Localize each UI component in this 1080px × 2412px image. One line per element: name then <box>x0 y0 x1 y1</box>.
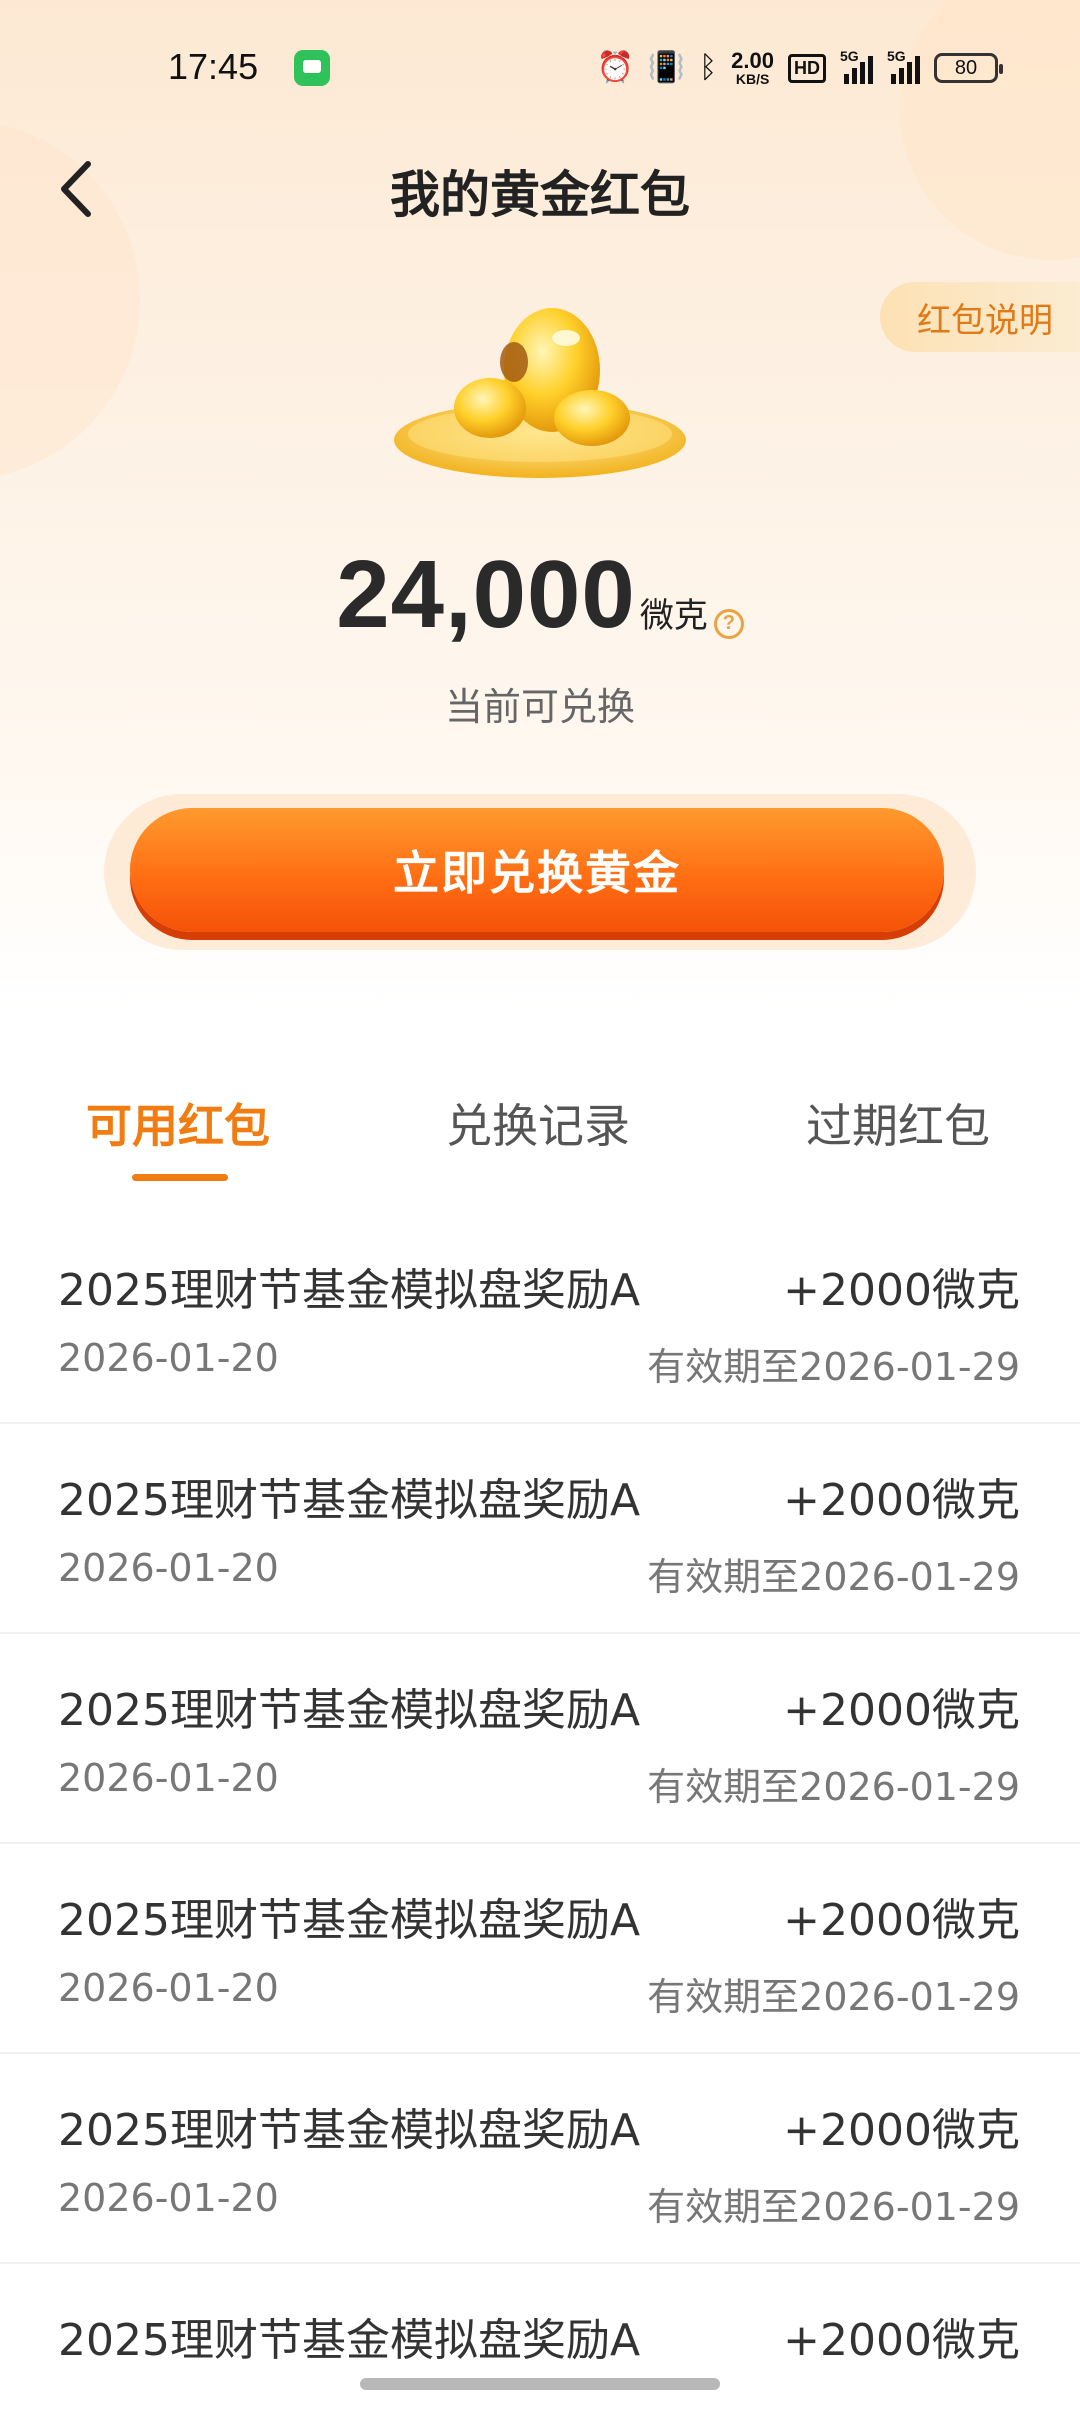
list-item[interactable]: 2025理财节基金模拟盘奖励A +2000微克 2026-01-20 有效期至2… <box>0 2054 1080 2264</box>
item-date: 2026-01-20 <box>58 1546 279 1590</box>
status-time: 17:45 <box>168 46 259 87</box>
item-expiry: 有效期至2026-01-29 <box>647 1975 1020 2019</box>
red-packet-list: 2025理财节基金模拟盘奖励A +2000微克 2026-01-20 有效期至2… <box>0 1214 1080 2412</box>
signal-2-label: 5G <box>887 48 906 64</box>
bluetooth-icon: ᛒ <box>699 51 718 84</box>
item-title: 2025理财节基金模拟盘奖励A <box>58 1475 641 1526</box>
alarm-icon: ⏰ <box>596 51 634 84</box>
redeem-gold-button[interactable]: 立即兑换黄金 <box>130 808 944 932</box>
list-item[interactable]: 2025理财节基金模拟盘奖励A +2000微克 2026-01-20 有效期至2… <box>0 1214 1080 1424</box>
gold-nugget-icon <box>380 300 700 500</box>
active-tab-indicator <box>132 1174 228 1181</box>
item-title: 2025理财节基金模拟盘奖励A <box>58 1895 641 1946</box>
battery-icon: 80 <box>934 53 1003 83</box>
balance-row: 24,000 微克 ? <box>0 540 1080 650</box>
item-amount: +2000微克 <box>783 1895 1020 1946</box>
item-title: 2025理财节基金模拟盘奖励A <box>58 2105 641 2156</box>
item-expiry: 有效期至2026-01-29 <box>647 1345 1020 1389</box>
tab-expired[interactable]: 过期红包 <box>806 1090 990 1156</box>
item-title: 2025理财节基金模拟盘奖励A <box>58 1685 641 1736</box>
item-date: 2026-01-20 <box>58 1756 279 1800</box>
status-indicators: ⏰ 📳 ᛒ 2.00 KB/S HD 5G 5G 80 <box>596 44 1003 92</box>
hd-voice-icon: HD <box>788 53 826 83</box>
signal-icon-2: 5G <box>887 48 920 84</box>
signal-icon-1: 5G <box>840 48 873 84</box>
tab-bar: 可用红包 兑换记录 过期红包 <box>0 1090 1080 1200</box>
red-packet-explain-button[interactable]: 红包说明 <box>880 282 1080 352</box>
item-amount: +2000微克 <box>783 2315 1020 2366</box>
list-item[interactable]: 2025理财节基金模拟盘奖励A +2000微克 2026-01-20 有效期至2… <box>0 1634 1080 1844</box>
page-title: 我的黄金红包 <box>390 166 690 224</box>
message-app-icon <box>294 50 330 86</box>
balance-unit: 微克 <box>639 596 708 636</box>
question-circle-icon[interactable]: ? <box>713 608 744 639</box>
item-amount: +2000微克 <box>783 1685 1020 1736</box>
list-item[interactable]: 2025理财节基金模拟盘奖励A +2000微克 2026-01-20 有效期至2… <box>0 1424 1080 1634</box>
item-amount: +2000微克 <box>783 2105 1020 2156</box>
item-date: 2026-01-20 <box>58 1966 279 2010</box>
item-date: 2026-01-20 <box>58 2176 279 2220</box>
vibrate-icon: 📳 <box>647 51 686 84</box>
item-amount: +2000微克 <box>783 1265 1020 1316</box>
tab-redeem-history[interactable]: 兑换记录 <box>446 1090 630 1156</box>
item-expiry: 有效期至2026-01-29 <box>647 1555 1020 1599</box>
item-expiry: 有效期至2026-01-29 <box>647 1765 1020 1809</box>
list-item[interactable]: 2025理财节基金模拟盘奖励A +2000微克 2026-01-20 有效期至2… <box>0 1844 1080 2054</box>
network-speed-unit: KB/S <box>735 71 770 87</box>
tab-available[interactable]: 可用红包 <box>86 1090 270 1156</box>
balance-subtitle: 当前可兑换 <box>444 685 635 729</box>
item-expiry: 有效期至2026-01-29 <box>647 2185 1020 2229</box>
item-date: 2026-01-20 <box>58 1336 279 1380</box>
item-title: 2025理财节基金模拟盘奖励A <box>58 1265 641 1316</box>
network-speed-value: 2.00 <box>731 48 774 73</box>
item-amount: +2000微克 <box>783 1475 1020 1526</box>
balance-amount: 24,000 <box>336 541 636 648</box>
network-speed: 2.00 KB/S <box>731 48 774 87</box>
signal-1-label: 5G <box>840 48 859 64</box>
home-indicator[interactable] <box>360 2378 720 2390</box>
item-title: 2025理财节基金模拟盘奖励A <box>58 2315 641 2366</box>
status-bar: 17:45 ⏰ 📳 ᛒ 2.00 KB/S HD 5G 5G 80 <box>0 0 1080 140</box>
